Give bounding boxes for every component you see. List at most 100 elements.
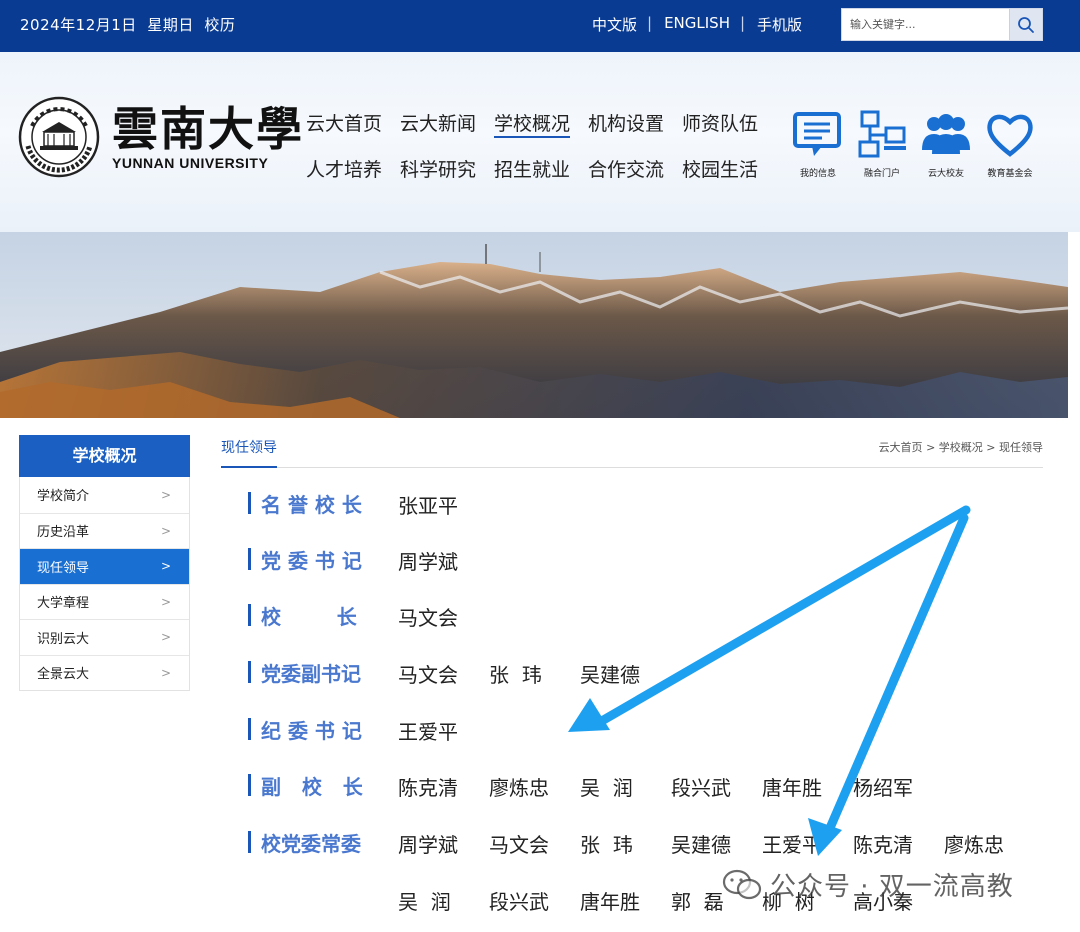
breadcrumb: 云大首页 > 学校概况 > 现任领导 [879, 439, 1043, 455]
role-label: 党 委 书 记 [261, 548, 362, 573]
heart-foundation-icon [987, 114, 1033, 157]
role-label: 校 长 [261, 604, 357, 629]
leader-name: 王爱平 [762, 833, 822, 857]
quick-link-my-info[interactable]: 我的信息 [786, 110, 850, 179]
date-and-calendar[interactable]: 2024年12月1日 星期日 校历 [20, 14, 235, 35]
sidebar-item-current-leaders[interactable]: 现任领导 > [20, 548, 189, 584]
network-portal-icon [858, 110, 906, 158]
role-label: 校党委常委 [261, 831, 361, 856]
lang-mobile-link[interactable]: 手机版 [757, 14, 802, 35]
sidebar-item-identity[interactable]: 识别云大 > [20, 619, 189, 655]
main-nav: 云大首页 云大新闻 学校概况 机构设置 师资队伍 人才培养 科学研究 招生就业 … [306, 110, 776, 202]
chevron-right-icon: > [160, 594, 171, 609]
language-switcher: 中文版 | ENGLISH | 手机版 [592, 14, 802, 35]
leader-names: 周学斌 [398, 546, 489, 575]
role-marker [248, 604, 251, 626]
leader-name: 廖炼忠 [944, 833, 1004, 857]
message-board-icon [793, 112, 841, 156]
role-marker [248, 774, 251, 796]
wechat-watermark: 公众号 · 双一流高教 [722, 866, 1014, 903]
top-bar: 2024年12月1日 星期日 校历 中文版 | ENGLISH | 手机版 [0, 0, 1080, 52]
role-label: 名 誉 校 长 [261, 492, 362, 517]
search-input[interactable] [842, 9, 1010, 40]
nav-item-news[interactable]: 云大新闻 [400, 110, 494, 156]
leader-name: 张 玮 [489, 663, 542, 687]
page-title: 现任领导 [221, 437, 277, 468]
leader-name: 陈克清 [853, 833, 913, 857]
role-marker [248, 548, 251, 570]
leader-name: 陈克清 [398, 776, 458, 800]
content-header: 现任领导 云大首页 > 学校概况 > 现任领导 [221, 435, 1043, 468]
nav-item-education[interactable]: 人才培养 [306, 156, 400, 202]
university-seal-icon [18, 96, 100, 178]
search-icon [1018, 16, 1034, 33]
nav-item-campus-life[interactable]: 校园生活 [682, 156, 776, 202]
lang-english-link[interactable]: ENGLISH [664, 14, 730, 35]
leader-name: 吴 润 [580, 776, 633, 800]
leader-name: 杨绍军 [853, 776, 913, 800]
leader-names: 陈克清 廖炼忠 吴 润 段兴武 唐年胜 杨绍军 [398, 772, 944, 801]
site-header: 雲南大學 YUNNAN UNIVERSITY 云大首页 云大新闻 学校概况 机构… [0, 52, 1080, 232]
leader-name: 段兴武 [489, 890, 549, 914]
leader-role-row: 纪 委 书 记 [248, 714, 401, 744]
leader-name: 吴建德 [671, 833, 731, 857]
role-label: 副 校 长 [261, 774, 363, 799]
lang-chinese-link[interactable]: 中文版 [592, 14, 637, 35]
annotation-arrow [808, 513, 969, 856]
breadcrumb-home-link[interactable]: 云大首页 [879, 441, 923, 454]
university-logo[interactable]: 雲南大學 YUNNAN UNIVERSITY [18, 96, 304, 178]
leader-names: 马文会 张 玮 吴建德 [398, 659, 671, 688]
nav-item-faculty[interactable]: 师资队伍 [682, 110, 776, 156]
nav-item-overview[interactable]: 学校概况 [494, 110, 588, 156]
nav-item-research[interactable]: 科学研究 [400, 156, 494, 202]
leader-name: 唐年胜 [580, 890, 640, 914]
leader-role-row: 校 长 [248, 600, 401, 630]
quick-link-foundation[interactable]: 教育基金会 [978, 110, 1042, 179]
leader-name: 周学斌 [398, 833, 458, 857]
leader-role-row: 党委副书记 [248, 657, 401, 687]
leader-name: 张亚平 [398, 494, 458, 518]
nav-item-home[interactable]: 云大首页 [306, 110, 400, 156]
quick-links: 我的信息 融合门户 云大校友 教育基金会 [786, 110, 1042, 179]
leader-role-row: 副 校 长 [248, 770, 401, 800]
quick-link-label: 我的信息 [799, 169, 836, 179]
alumni-group-icon [922, 114, 970, 154]
role-label: 党委副书记 [261, 661, 361, 686]
nav-item-cooperation[interactable]: 合作交流 [588, 156, 682, 202]
leader-name: 马文会 [398, 663, 458, 687]
sidebar-item-charter[interactable]: 大学章程 > [20, 583, 189, 620]
breadcrumb-separator: > [986, 441, 996, 454]
sidebar-item-history[interactable]: 历史沿革 > [20, 512, 189, 549]
chevron-right-icon: > [160, 630, 171, 645]
chevron-right-icon: > [160, 559, 171, 574]
search-button[interactable] [1009, 9, 1042, 40]
role-marker [248, 661, 251, 683]
chevron-right-icon: > [160, 487, 171, 502]
leader-name: 吴建德 [580, 663, 640, 687]
leader-name: 廖炼忠 [489, 776, 549, 800]
role-marker [248, 831, 251, 853]
role-marker [248, 492, 251, 514]
sidebar-title: 学校概况 [19, 435, 190, 477]
leader-name: 唐年胜 [762, 776, 822, 800]
sidebar-item-introduction[interactable]: 学校简介 > [20, 477, 189, 513]
nav-item-admissions[interactable]: 招生就业 [494, 156, 588, 202]
leader-names: 马文会 [398, 602, 489, 631]
nav-item-departments[interactable]: 机构设置 [588, 110, 682, 156]
quick-link-alumni[interactable]: 云大校友 [914, 110, 978, 179]
chevron-right-icon: > [160, 665, 171, 680]
quick-link-portal[interactable]: 融合门户 [850, 110, 914, 179]
sidebar-item-panorama[interactable]: 全景云大 > [20, 654, 189, 691]
leader-name: 王爱平 [398, 720, 458, 744]
watermark-text: 公众号 · 双一流高教 [770, 872, 1014, 902]
role-marker [248, 718, 251, 740]
breadcrumb-overview-link[interactable]: 学校概况 [939, 441, 983, 454]
leader-names: 王爱平 [398, 716, 489, 745]
breadcrumb-separator: > [926, 441, 936, 454]
leader-name: 张 玮 [580, 833, 633, 857]
logo-english-name: YUNNAN UNIVERSITY [112, 155, 269, 171]
quick-link-label: 教育基金会 [987, 169, 1033, 179]
leader-role-row: 校党委常委 [248, 827, 401, 857]
separator: | [647, 14, 653, 32]
sidebar-list: 学校简介 > 历史沿革 > 现任领导 > 大学章程 > 识别云大 > 全景云大 > [19, 477, 190, 691]
